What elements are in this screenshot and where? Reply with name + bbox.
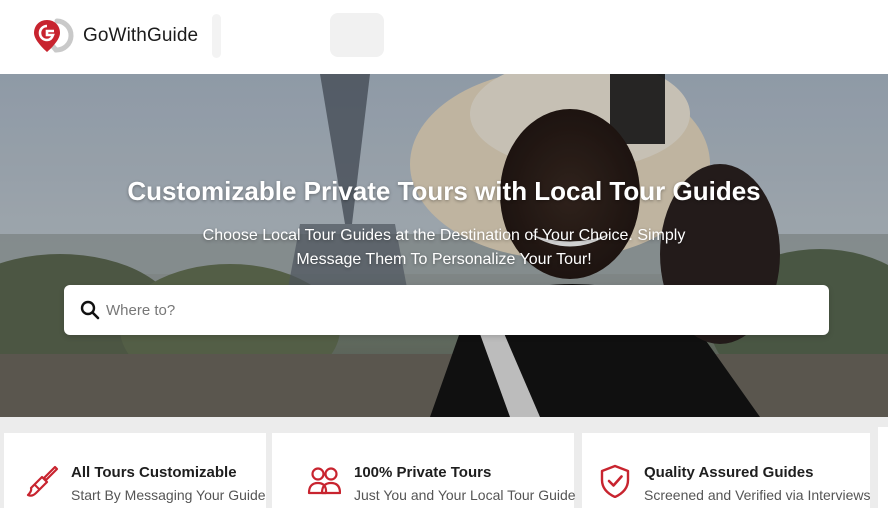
- feature-title: Quality Assured Guides: [644, 464, 814, 481]
- card-edge: [878, 427, 888, 508]
- hero-banner: Customizable Private Tours with Local To…: [0, 74, 888, 417]
- destination-search[interactable]: [64, 285, 829, 335]
- feature-title: All Tours Customizable: [71, 464, 237, 481]
- brand-logo[interactable]: GoWithGuide: [33, 18, 198, 54]
- feature-card-quality: Quality Assured Guides Screened and Veri…: [582, 433, 870, 508]
- features-bar: All Tours Customizable Start By Messagin…: [0, 417, 888, 508]
- logo-icon: [34, 18, 74, 53]
- shield-check-icon: [600, 464, 630, 498]
- feature-subtitle: Start By Messaging Your Guide: [71, 487, 266, 503]
- nav-placeholder-button[interactable]: [330, 13, 384, 57]
- brand-name: GoWithGuide: [83, 25, 199, 46]
- feature-card-customizable: All Tours Customizable Start By Messagin…: [4, 433, 266, 508]
- paintbrush-icon: [26, 465, 59, 497]
- feature-card-private: 100% Private Tours Just You and Your Loc…: [272, 433, 576, 508]
- hero-title: Customizable Private Tours with Local To…: [127, 176, 761, 206]
- search-input[interactable]: [106, 285, 806, 335]
- nav-placeholder: [212, 14, 221, 58]
- hero-subtitle: Choose Local Tour Guides at the Destinat…: [202, 227, 686, 268]
- search-icon: [80, 300, 100, 320]
- feature-subtitle: Just You and Your Local Tour Guide: [354, 487, 576, 503]
- site-header: GoWithGuide: [0, 0, 888, 74]
- feature-title: 100% Private Tours: [354, 464, 492, 481]
- feature-subtitle: Screened and Verified via Interviews: [644, 487, 871, 503]
- people-icon: [307, 467, 341, 495]
